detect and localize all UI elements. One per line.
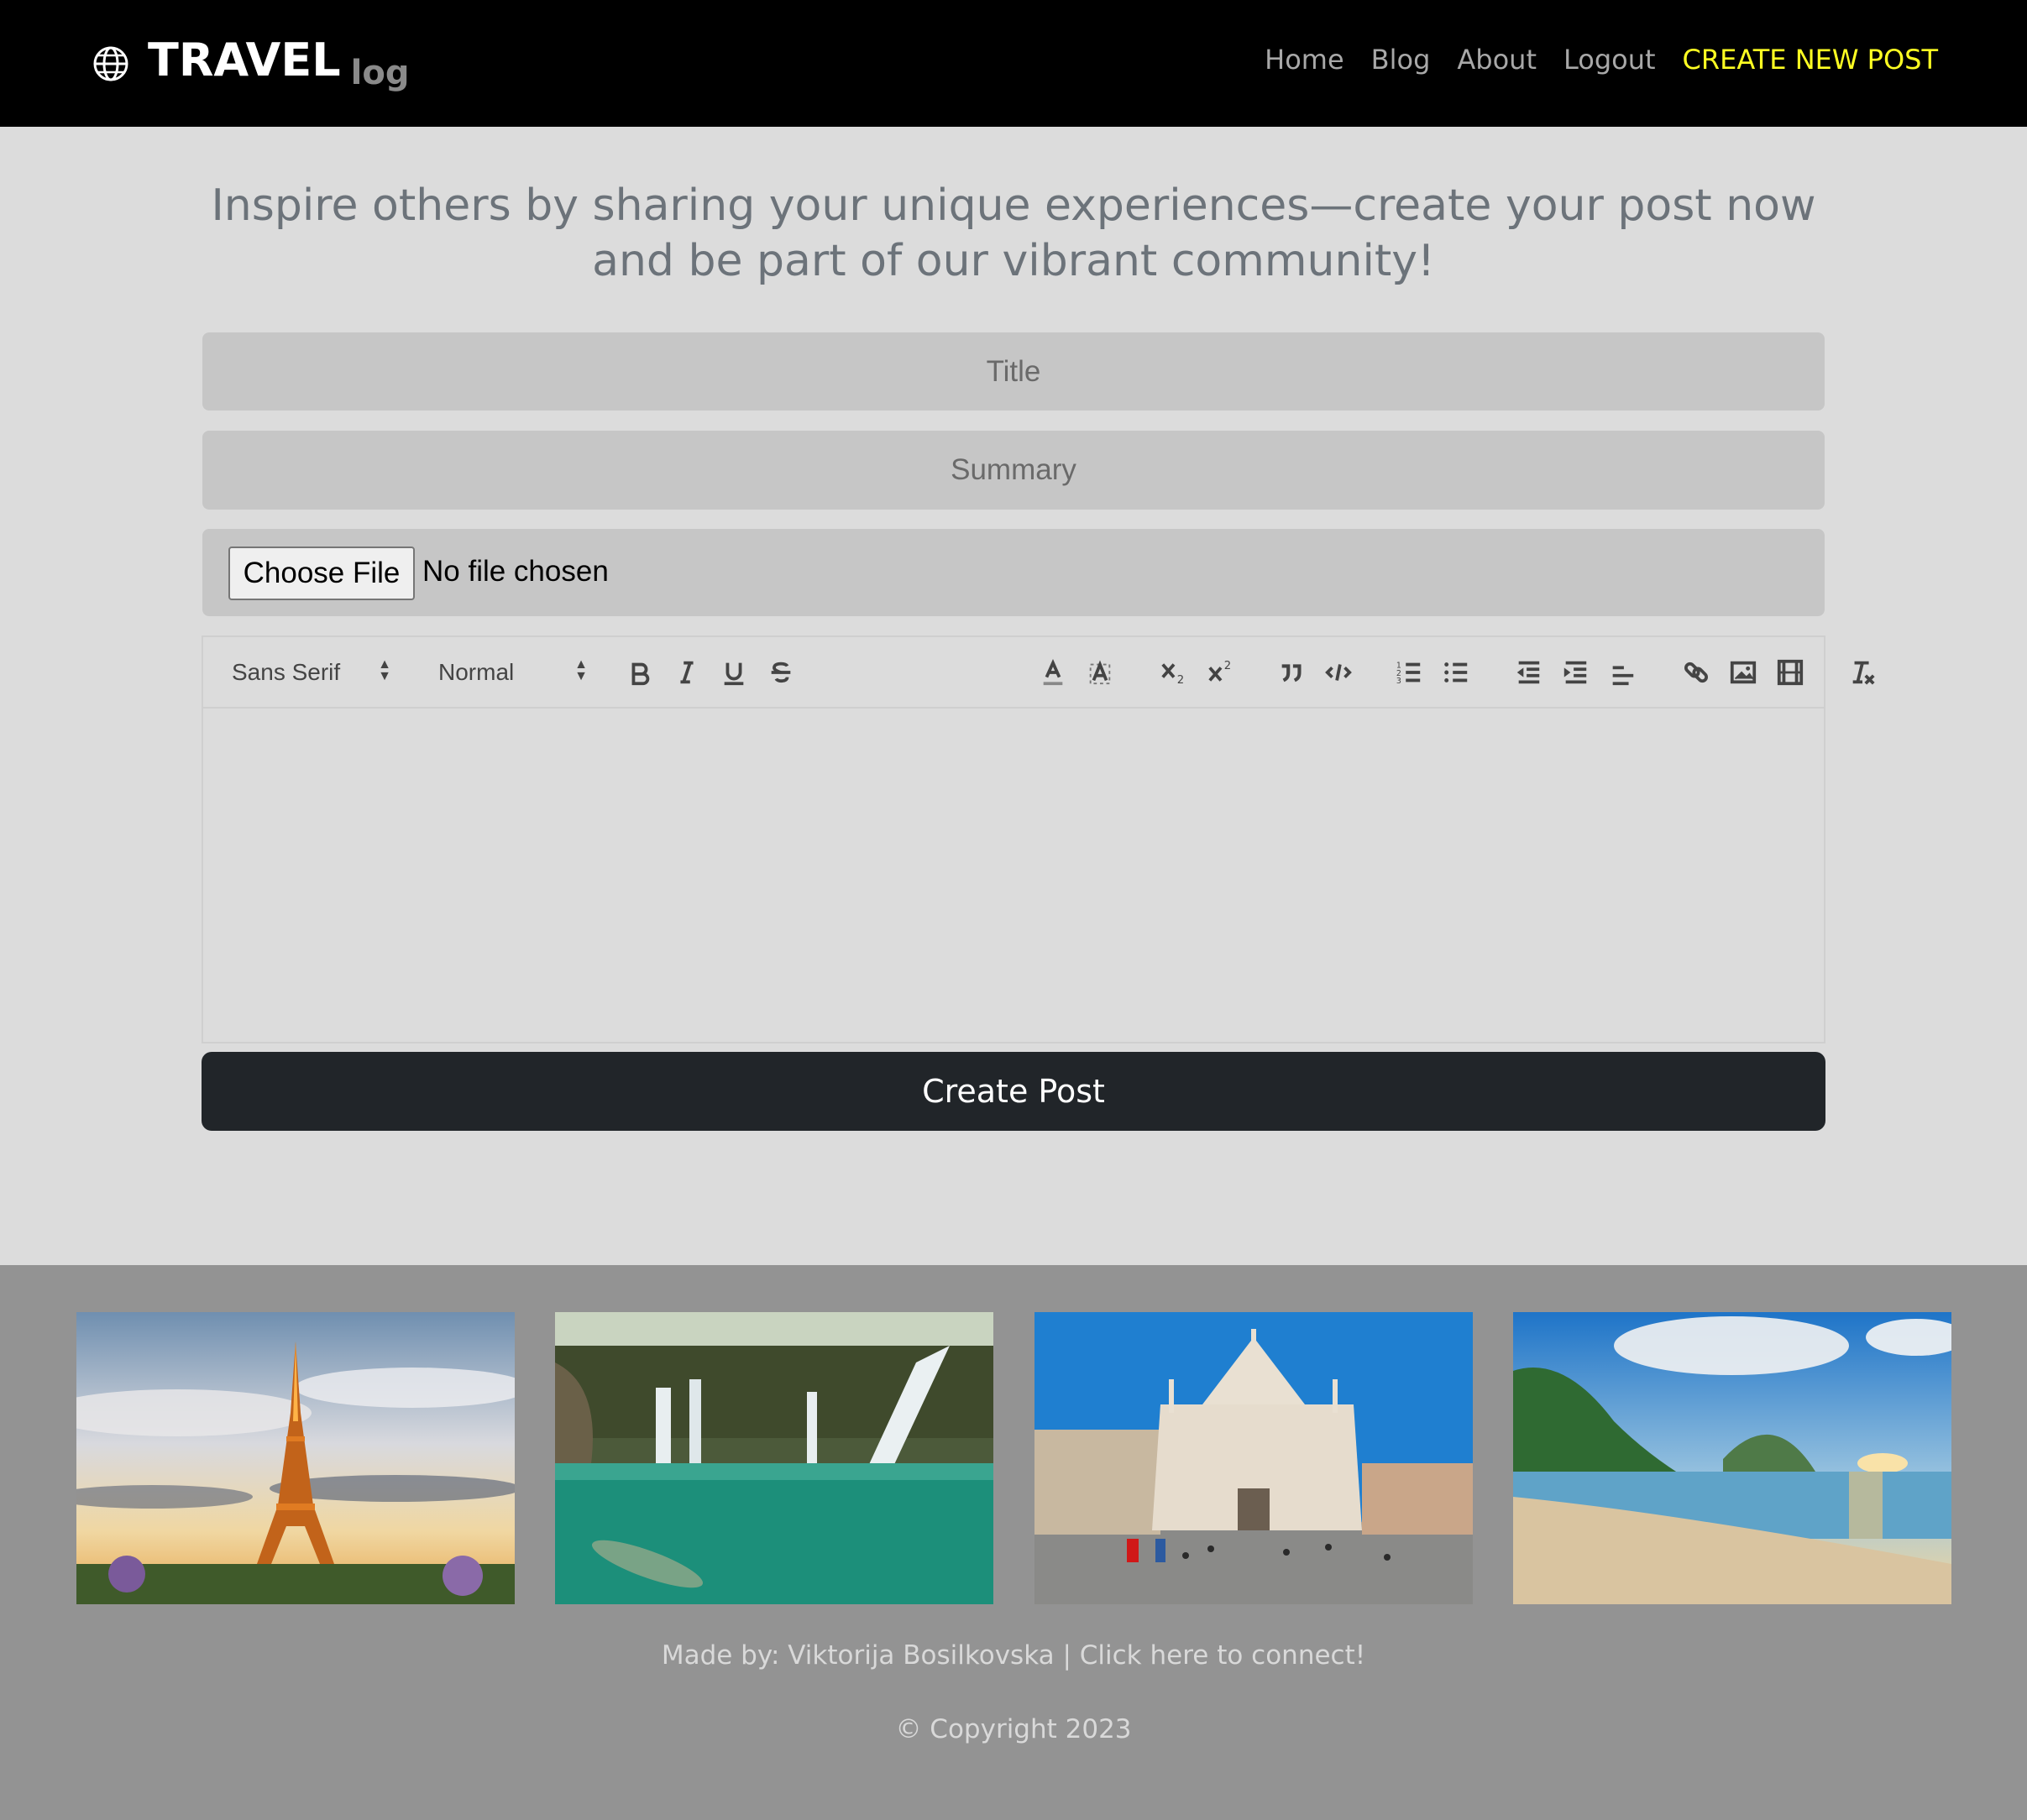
author-connect-link[interactable]: Viktorija Bosilkovska | Click here to co… [788, 1640, 1365, 1671]
globe-icon [93, 46, 128, 81]
image-icon[interactable] [1725, 654, 1762, 691]
nav-home-link[interactable]: Home [1265, 44, 1344, 76]
font-family-picker-label: Sans Serif [232, 659, 341, 685]
title-field-wrapper [202, 332, 1825, 411]
brand-subtitle: log [350, 54, 410, 92]
page-headline: Inspire others by sharing your unique ex… [211, 180, 1816, 286]
credits-prefix: Made by: [661, 1640, 788, 1671]
svg-text:3: 3 [1396, 677, 1401, 686]
font-family-picker[interactable]: Sans Serif ▲ ▼ [232, 656, 391, 689]
svg-text:2: 2 [1177, 674, 1184, 687]
brand-logo-link[interactable]: TRAVEL log [92, 34, 409, 94]
subscript-icon[interactable]: 2 [1155, 654, 1192, 691]
align-icon[interactable] [1604, 654, 1641, 691]
editor-toolbar: Sans Serif ▲ ▼ Normal ▲ ▼ 2 2 1 2 3 [203, 637, 1875, 709]
font-size-picker[interactable]: Normal ▲ ▼ [438, 656, 588, 689]
choose-file-button[interactable]: Choose File [228, 547, 415, 600]
underline-icon[interactable] [715, 654, 752, 691]
summary-input[interactable] [202, 431, 1825, 510]
background-color-icon[interactable] [1082, 654, 1118, 691]
tropical-beach-photo [1513, 1312, 1951, 1604]
ordered-list-icon[interactable]: 123 [1391, 654, 1427, 691]
file-upload-wrapper: Choose File No file chosen [202, 529, 1825, 616]
video-icon[interactable] [1772, 654, 1809, 691]
svg-text:2: 2 [1224, 660, 1231, 672]
copyright-text: © Copyright 2023 [895, 1714, 1132, 1744]
nav-about-link[interactable]: About [1457, 44, 1537, 76]
superscript-icon[interactable]: 2 [1202, 654, 1239, 691]
milan-cathedral-photo [1034, 1312, 1473, 1604]
brand-title: TRAVEL [148, 34, 341, 86]
file-status-text: No file chosen [422, 555, 609, 588]
navbar: TRAVEL log Home Blog About Logout CREATE… [0, 0, 2027, 127]
footer: Made by: Viktorija Bosilkovska | Click h… [0, 1265, 2027, 1820]
rich-text-editor: Sans Serif ▲ ▼ Normal ▲ ▼ 2 2 1 2 3 [202, 635, 1875, 1043]
create-post-button[interactable]: Create Post [202, 1052, 1825, 1131]
bold-icon[interactable] [621, 654, 658, 691]
editor-content-area[interactable] [203, 709, 1824, 1042]
eiffel-tower-photo [76, 1312, 515, 1604]
nav-create-post-link[interactable]: CREATE NEW POST [1683, 44, 1938, 76]
nav-logout-link[interactable]: Logout [1563, 44, 1656, 76]
font-size-picker-label: Normal [438, 659, 515, 685]
bullet-list-icon[interactable] [1438, 654, 1474, 691]
strike-icon[interactable] [762, 654, 799, 691]
outdent-icon[interactable] [1510, 654, 1547, 691]
link-icon[interactable] [1678, 654, 1715, 691]
indent-icon[interactable] [1557, 654, 1594, 691]
clean-format-icon[interactable] [1844, 654, 1881, 691]
footer-credits: Made by: Viktorija Bosilkovska | Click h… [0, 1640, 2027, 1671]
title-input[interactable] [202, 332, 1825, 411]
summary-field-wrapper [202, 431, 1825, 510]
nav-blog-link[interactable]: Blog [1371, 44, 1431, 76]
picker-arrows-icon: ▲ ▼ [378, 657, 391, 683]
picker-arrows-icon: ▲ ▼ [574, 657, 588, 683]
blockquote-icon[interactable] [1273, 654, 1310, 691]
nav-links: Home Blog About Logout CREATE NEW POST [1265, 44, 1938, 76]
text-color-icon[interactable] [1034, 654, 1071, 691]
italic-icon[interactable] [668, 654, 705, 691]
waterfall-lake-photo [555, 1312, 993, 1604]
code-block-icon[interactable] [1320, 654, 1357, 691]
